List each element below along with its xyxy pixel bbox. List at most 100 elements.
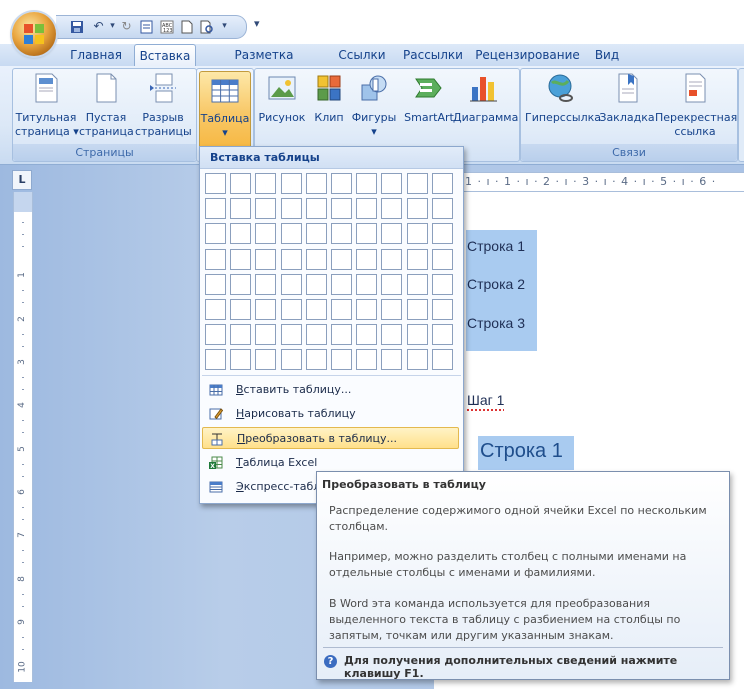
grid-cell[interactable] xyxy=(356,299,377,320)
grid-cell[interactable] xyxy=(230,349,251,370)
grid-cell[interactable] xyxy=(356,274,377,295)
grid-cell[interactable] xyxy=(230,324,251,345)
shapes-button[interactable]: Фигуры ▾ xyxy=(351,73,397,139)
grid-cell[interactable] xyxy=(205,198,226,219)
grid-cell[interactable] xyxy=(306,198,327,219)
grid-cell[interactable] xyxy=(281,349,302,370)
grid-cell[interactable] xyxy=(407,249,428,270)
grid-cell[interactable] xyxy=(205,299,226,320)
grid-cell[interactable] xyxy=(432,198,453,219)
insert-table-item[interactable]: Вставить таблицу... xyxy=(202,379,459,401)
page-break-button[interactable]: Разрыв страницы xyxy=(135,73,192,139)
horizontal-ruler[interactable]: · 1 · ı · 1 · ı · 2 · ı · 3 · ı · 4 · ı … xyxy=(456,172,744,192)
convert-to-table-item[interactable]: Преобразовать в таблицу... xyxy=(202,427,459,449)
grid-cell[interactable] xyxy=(432,249,453,270)
grid-cell[interactable] xyxy=(205,324,226,345)
grid-cell[interactable] xyxy=(331,223,352,244)
save-icon[interactable] xyxy=(68,18,85,35)
grid-cell[interactable] xyxy=(306,324,327,345)
grid-cell[interactable] xyxy=(381,349,402,370)
grid-cell[interactable] xyxy=(205,173,226,194)
tab-insert[interactable]: Вставка xyxy=(134,44,196,68)
grid-cell[interactable] xyxy=(356,349,377,370)
picture-button[interactable]: Рисунок xyxy=(257,73,307,125)
new-document-icon[interactable] xyxy=(178,18,195,35)
grid-cell[interactable] xyxy=(407,198,428,219)
grid-cell[interactable] xyxy=(306,349,327,370)
customize-qat-icon[interactable]: ▾ xyxy=(254,17,260,30)
grid-cell[interactable] xyxy=(306,223,327,244)
chart-button[interactable]: Диаграмма xyxy=(453,73,518,125)
grid-cell[interactable] xyxy=(205,249,226,270)
grid-cell[interactable] xyxy=(381,324,402,345)
grid-cell[interactable] xyxy=(230,274,251,295)
grid-cell[interactable] xyxy=(356,173,377,194)
grid-cell[interactable] xyxy=(255,198,276,219)
grid-cell[interactable] xyxy=(255,349,276,370)
grid-cell[interactable] xyxy=(356,249,377,270)
grid-cell[interactable] xyxy=(306,274,327,295)
grid-cell[interactable] xyxy=(381,173,402,194)
spelling-icon[interactable]: ABC 123 xyxy=(158,18,175,35)
hyperlink-button[interactable]: Гиперссылка xyxy=(525,73,601,125)
tab-page-layout[interactable]: Разметка страницы xyxy=(204,44,324,84)
tab-review[interactable]: Рецензирование xyxy=(475,44,580,66)
smartart-button[interactable]: SmartArt xyxy=(399,73,459,125)
grid-cell[interactable] xyxy=(230,223,251,244)
blank-page-button[interactable]: Пустая страница xyxy=(79,73,134,139)
grid-cell[interactable] xyxy=(381,249,402,270)
grid-cell[interactable] xyxy=(306,173,327,194)
vertical-ruler[interactable]: 1 2 3 4 5 6 7 8 9 10 xyxy=(13,212,33,682)
grid-cell[interactable] xyxy=(407,349,428,370)
grid-cell[interactable] xyxy=(381,299,402,320)
grid-cell[interactable] xyxy=(432,274,453,295)
table-button[interactable]: Таблица ▾ xyxy=(199,71,251,155)
grid-cell[interactable] xyxy=(205,274,226,295)
grid-cell[interactable] xyxy=(331,349,352,370)
grid-cell[interactable] xyxy=(407,324,428,345)
grid-cell[interactable] xyxy=(432,299,453,320)
grid-cell[interactable] xyxy=(230,198,251,219)
grid-cell[interactable] xyxy=(230,249,251,270)
grid-cell[interactable] xyxy=(255,249,276,270)
grid-cell[interactable] xyxy=(407,299,428,320)
grid-cell[interactable] xyxy=(230,173,251,194)
grid-cell[interactable] xyxy=(432,349,453,370)
grid-cell[interactable] xyxy=(432,173,453,194)
grid-cell[interactable] xyxy=(281,249,302,270)
grid-cell[interactable] xyxy=(281,299,302,320)
grid-cell[interactable] xyxy=(281,324,302,345)
tab-references[interactable]: Ссылки xyxy=(334,44,390,66)
grid-cell[interactable] xyxy=(432,324,453,345)
grid-cell[interactable] xyxy=(205,349,226,370)
grid-cell[interactable] xyxy=(331,198,352,219)
grid-cell[interactable] xyxy=(281,274,302,295)
grid-cell[interactable] xyxy=(281,223,302,244)
grid-cell[interactable] xyxy=(432,223,453,244)
office-button[interactable] xyxy=(12,12,56,56)
grid-cell[interactable] xyxy=(281,173,302,194)
grid-cell[interactable] xyxy=(381,223,402,244)
grid-cell[interactable] xyxy=(255,223,276,244)
cross-reference-button[interactable]: Перекрестная ссылка xyxy=(655,73,737,139)
grid-cell[interactable] xyxy=(407,173,428,194)
grid-cell[interactable] xyxy=(331,173,352,194)
grid-cell[interactable] xyxy=(331,299,352,320)
grid-cell[interactable] xyxy=(205,223,226,244)
grid-cell[interactable] xyxy=(356,324,377,345)
grid-cell[interactable] xyxy=(331,324,352,345)
tab-mailings[interactable]: Рассылки xyxy=(398,44,468,66)
print-dropdown-icon[interactable]: ▾ xyxy=(216,18,233,35)
tab-view[interactable]: Вид xyxy=(590,44,624,66)
print-preview-icon[interactable] xyxy=(198,18,215,35)
clipart-button[interactable]: Клип xyxy=(311,73,347,125)
grid-cell[interactable] xyxy=(356,223,377,244)
grid-cell[interactable] xyxy=(331,249,352,270)
grid-cell[interactable] xyxy=(381,198,402,219)
document-icon[interactable] xyxy=(138,18,155,35)
grid-cell[interactable] xyxy=(255,299,276,320)
grid-cell[interactable] xyxy=(230,299,251,320)
grid-cell[interactable] xyxy=(407,274,428,295)
tab-selector[interactable]: L xyxy=(12,170,32,190)
tab-home[interactable]: Главная xyxy=(66,44,126,66)
